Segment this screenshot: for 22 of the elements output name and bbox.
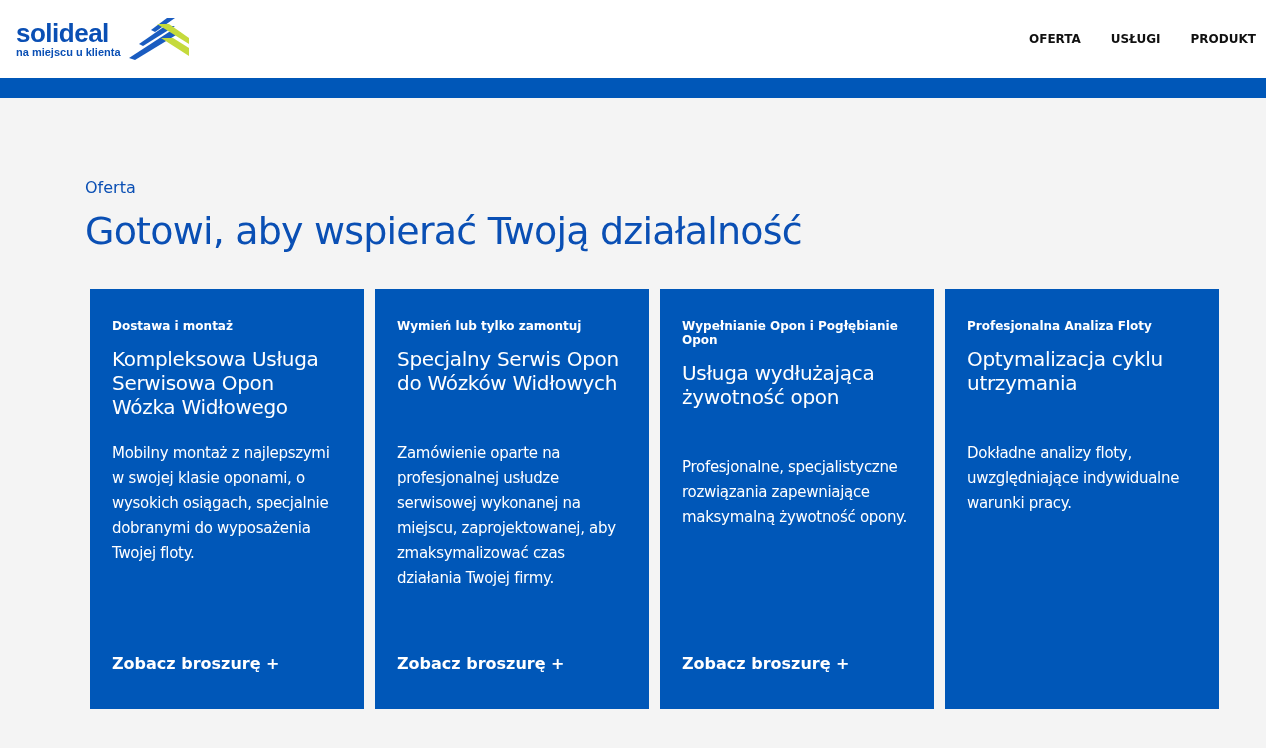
card-category: Profesjonalna Analiza Floty (967, 319, 1153, 333)
card-description: Mobilny montaż z najlepszymi w swojej klasie oponami, o wysokich osiągach, specjalnie dobranymi do wyposażenia Twojej floty. (112, 443, 331, 564)
card-description: Zamówienie oparte na profesjonalnej usłudze serwisowej wykonanej na miejscu, zaprojektowanej, aby zmaksymalizować czas działania Twojej firmy. (397, 443, 617, 589)
logo-wordmark[interactable]: solideal (16, 20, 121, 46)
card-description: Dokładne analizy floty, uwzględniające indywidualne warunki pracy. (967, 443, 1181, 514)
brochure-link[interactable]: Zobacz broszurę + (682, 654, 912, 673)
card-description: Profesjonalne, specjalistyczne rozwiązania zapewniające maksymalną żywotność opony. (682, 457, 908, 528)
nav-link[interactable]: PRODUKT (1190, 32, 1256, 46)
card-title: Specjalny Serwis Opon do Wózków Widłowych (397, 347, 620, 397)
section-eyebrow: Oferta (85, 178, 137, 197)
card-category: Wymień lub tylko zamontuj (397, 319, 583, 333)
card-category: Wypełnianie Opon i Pogłębianie Opon (682, 319, 899, 347)
brochure-link[interactable]: Zobacz broszurę + (397, 654, 627, 673)
brochure-link[interactable]: Zobacz broszurę + (112, 654, 342, 673)
card-category: Dostawa i montaż (112, 319, 234, 333)
card-title: Kompleksowa Usługa Serwisowa Opon Wózka Widłowego (112, 347, 320, 421)
card-title: Usługa wydłużająca żywotność opon (682, 361, 876, 411)
nav-link[interactable]: OFERTA (1029, 32, 1081, 46)
card-title: Optymalizacja cyklu utrzymania (967, 347, 1164, 397)
section-title: Gotowi, aby wspierać Twoją działalność (85, 209, 803, 253)
logo-tagline: na miejscu u klienta (16, 46, 121, 58)
nav-link[interactable]: USŁUGI (1110, 32, 1161, 46)
